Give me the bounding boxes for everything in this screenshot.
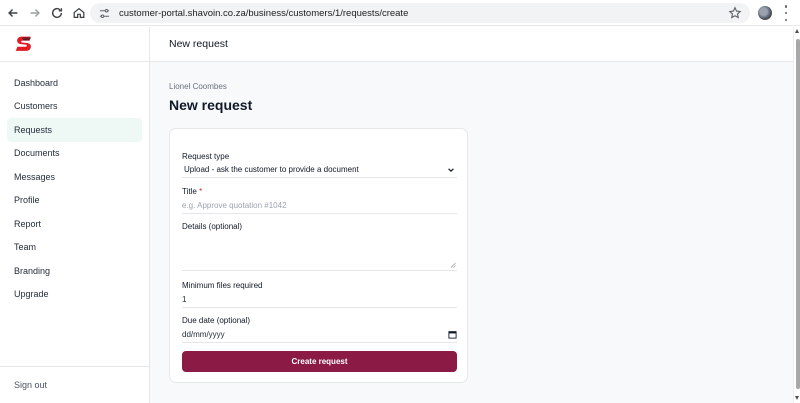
main-content: Lionel Coombes New request Request type …: [150, 62, 793, 403]
sidebar-nav: Dashboard Customers Requests Documents M…: [0, 71, 149, 306]
header-title: New request: [169, 38, 228, 50]
sidebar-item-upgrade[interactable]: Upgrade: [0, 283, 142, 307]
home-icon[interactable]: [68, 2, 90, 24]
sidebar-item-messages[interactable]: Messages: [0, 165, 142, 189]
browser-menu-icon[interactable]: [783, 5, 789, 21]
breadcrumb[interactable]: Lionel Coombes: [169, 82, 227, 91]
url-text[interactable]: customer-portal.shavoin.co.za/business/c…: [119, 8, 408, 19]
min-files-value: 1: [182, 295, 187, 304]
brand-logo-icon[interactable]: [13, 33, 35, 55]
due-date-placeholder: dd/mm/yyyy: [182, 330, 225, 339]
details-textarea[interactable]: [182, 235, 457, 271]
details-label: Details (optional): [182, 222, 243, 231]
back-arrow-icon[interactable]: [2, 2, 24, 24]
address-bar[interactable]: customer-portal.shavoin.co.za/business/c…: [90, 3, 750, 23]
new-request-form: Request type Upload - ask the customer t…: [169, 128, 468, 383]
title-input[interactable]: e.g. Approve quotation #1042: [182, 198, 457, 214]
sidebar-item-team[interactable]: Team: [0, 236, 142, 260]
title-placeholder: e.g. Approve quotation #1042: [182, 201, 287, 210]
request-type-value: Upload - ask the customer to provide a d…: [184, 165, 359, 174]
min-files-label: Minimum files required: [182, 281, 263, 290]
required-asterisk: *: [199, 187, 203, 196]
request-type-select[interactable]: Upload - ask the customer to provide a d…: [182, 162, 457, 178]
sidebar: Dashboard Customers Requests Documents M…: [0, 27, 150, 403]
bookmark-star-icon[interactable]: [728, 6, 742, 20]
sidebar-item-dashboard[interactable]: Dashboard: [0, 71, 142, 95]
site-info-icon[interactable]: [96, 5, 112, 21]
create-request-button[interactable]: Create request: [182, 351, 457, 372]
title-label-text: Title: [182, 187, 197, 196]
profile-avatar[interactable]: [758, 6, 772, 20]
reload-icon[interactable]: [46, 2, 68, 24]
sidebar-item-requests[interactable]: Requests: [7, 118, 142, 142]
sidebar-item-documents[interactable]: Documents: [0, 142, 142, 166]
resize-handle-icon[interactable]: [450, 262, 456, 268]
sidebar-footer: Sign out: [0, 366, 149, 403]
scroll-up-arrow-icon[interactable]: [795, 29, 799, 33]
page-scrollbar[interactable]: [793, 27, 800, 403]
sidebar-item-branding[interactable]: Branding: [0, 259, 142, 283]
request-type-label: Request type: [182, 152, 230, 161]
calendar-icon[interactable]: [448, 330, 457, 339]
chevron-down-icon: [448, 167, 454, 172]
page-title: New request: [169, 97, 253, 113]
due-date-input[interactable]: dd/mm/yyyy: [182, 327, 457, 343]
sidebar-item-customers[interactable]: Customers: [0, 95, 142, 119]
sidebar-item-report[interactable]: Report: [0, 212, 142, 236]
scroll-down-arrow-icon[interactable]: [795, 396, 799, 400]
sign-out-link[interactable]: Sign out: [14, 380, 47, 390]
due-date-label: Due date (optional): [182, 316, 251, 325]
forward-arrow-icon[interactable]: [24, 2, 46, 24]
app-header: New request: [150, 27, 793, 62]
logo-area: [0, 27, 149, 62]
min-files-input[interactable]: 1: [182, 292, 457, 308]
title-label: Title *: [182, 187, 202, 196]
scrollbar-thumb[interactable]: [795, 39, 800, 389]
sidebar-item-profile[interactable]: Profile: [0, 189, 142, 213]
browser-toolbar: customer-portal.shavoin.co.za/business/c…: [0, 0, 800, 26]
